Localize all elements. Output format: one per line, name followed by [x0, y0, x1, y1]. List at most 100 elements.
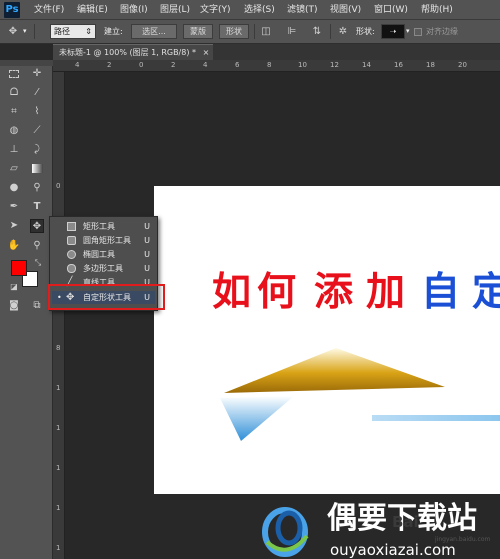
menu-file[interactable]: 文件(F): [34, 3, 64, 17]
ruler-label: 4: [203, 61, 208, 69]
flyout-item-shortcut: U: [144, 264, 150, 273]
gear-icon[interactable]: ✲: [336, 25, 350, 39]
flyout-item-label: 椭圆工具: [83, 250, 115, 259]
preset-chevron-icon[interactable]: ▾: [23, 24, 27, 39]
custom-shape-preset-icon[interactable]: ✥: [6, 25, 20, 39]
menu-layer[interactable]: 图层(L): [160, 3, 190, 17]
crop-tool-icon[interactable]: ⌗: [7, 105, 21, 119]
shape-picker[interactable]: ➝: [381, 24, 405, 39]
make-shape-button[interactable]: 形状: [219, 24, 249, 39]
document-canvas[interactable]: 如 何 添 加 自 定: [154, 186, 500, 494]
flyout-item-ellipse-tool[interactable]: 椭圆工具 U: [52, 248, 155, 261]
divider: [34, 24, 35, 39]
move-tool-icon[interactable]: ✛: [30, 67, 44, 81]
ruler-label: 1: [56, 504, 61, 512]
menu-help[interactable]: 帮助(H): [421, 3, 453, 17]
watermark-url: ouyaoxiazai.com: [330, 541, 456, 559]
flyout-item-shortcut: U: [144, 236, 150, 245]
path-alignment-icon[interactable]: ⊫: [285, 25, 299, 39]
polygon-icon: [67, 264, 76, 273]
shape-label: 形状:: [356, 27, 375, 36]
zoom-tool-icon[interactable]: ⚲: [30, 239, 44, 253]
custom-shape-tool-icon[interactable]: ✥: [30, 219, 44, 233]
baidu-logo-text: Bai: [392, 513, 419, 531]
menu-type[interactable]: 文字(Y): [200, 3, 231, 17]
path-selection-tool-icon[interactable]: ➤: [7, 219, 21, 233]
arrow-shape-icon: ➝: [389, 27, 397, 36]
shape-chevron-icon[interactable]: ▾: [406, 24, 410, 39]
history-brush-tool-icon[interactable]: ⤸: [30, 143, 44, 157]
lasso-tool-icon[interactable]: ᗝ: [7, 86, 21, 100]
document-tab-title: 未标题-1 @ 100% (图层 1, RGB/8) *: [59, 48, 197, 57]
menu-image[interactable]: 图像(I): [120, 3, 148, 17]
foreground-color-swatch[interactable]: [11, 260, 27, 276]
ruler-label: 1: [56, 424, 61, 432]
menu-window[interactable]: 窗口(W): [374, 3, 408, 17]
menu-filter[interactable]: 滤镜(T): [287, 3, 318, 17]
watermark: 偶要下载站 Bai jingyan.baidu.com ouyaoxiazai.…: [257, 500, 500, 559]
path-arrangement-icon[interactable]: ⇅: [310, 25, 324, 39]
watermark-logo-icon: [262, 507, 309, 557]
flyout-item-rectangle-tool[interactable]: 矩形工具 U: [52, 220, 155, 233]
ruler-label: 1: [56, 464, 61, 472]
healing-brush-tool-icon[interactable]: ◍: [7, 124, 21, 138]
default-colors-icon[interactable]: ◪: [7, 280, 21, 294]
close-icon[interactable]: ×: [203, 48, 210, 57]
marquee-tool-icon[interactable]: [7, 67, 21, 81]
dodge-tool-icon[interactable]: ⚲: [30, 181, 44, 195]
ruler-label: 4: [75, 61, 80, 69]
make-mask-button[interactable]: 蒙版: [183, 24, 213, 39]
ruler-label: 1: [56, 384, 61, 392]
flyout-item-label: 圆角矩形工具: [83, 236, 131, 245]
ruler-label: 0: [56, 182, 61, 190]
path-operations-icon[interactable]: ◫: [259, 25, 273, 39]
ruler-label: 0: [139, 61, 144, 69]
ruler-label: 8: [56, 344, 61, 352]
options-bar: ✥ ▾ 路径 ⇕ 建立: 选区... 蒙版 形状 ◫ ⊫ ⇅ ✲ 形状: ➝ ▾ …: [0, 20, 500, 44]
eyedropper-tool-icon[interactable]: ⌇: [30, 105, 44, 119]
gradient-tool-icon[interactable]: [30, 162, 44, 176]
rounded-rectangle-icon: [67, 236, 76, 245]
ellipse-icon: [67, 250, 76, 259]
build-label: 建立:: [104, 27, 123, 36]
type-tool-icon[interactable]: T: [30, 200, 44, 214]
flyout-item-rounded-rectangle-tool[interactable]: 圆角矩形工具 U: [52, 234, 155, 247]
flyout-item-shortcut: U: [144, 250, 150, 259]
document-tab[interactable]: 未标题-1 @ 100% (图层 1, RGB/8) * ×: [53, 44, 213, 60]
hand-tool-icon[interactable]: ✋: [7, 239, 21, 253]
magic-wand-tool-icon[interactable]: ⁄: [30, 86, 44, 100]
ruler-label: 10: [298, 61, 307, 69]
ruler-label: 8: [267, 61, 272, 69]
align-edges-checkbox[interactable]: [414, 28, 422, 36]
tool-mode-value: 路径: [54, 27, 70, 36]
ruler-horizontal: 4 2 0 2 4 6 8 10 12 14 16 18 20: [53, 60, 500, 72]
clone-stamp-tool-icon[interactable]: ⊥: [7, 143, 21, 157]
ruler-label: 12: [330, 61, 339, 69]
ruler-label: 20: [458, 61, 467, 69]
canvas-shapes: [220, 348, 500, 441]
chevron-down-icon: ⇕: [85, 27, 92, 36]
toolbox-grip[interactable]: [0, 60, 53, 66]
divider: [254, 24, 255, 39]
screen-mode-icon[interactable]: ⧉: [30, 299, 44, 313]
menu-select[interactable]: 选择(S): [244, 3, 275, 17]
tool-mode-select[interactable]: 路径 ⇕: [50, 24, 96, 39]
photoshop-logo: Ps: [4, 2, 20, 18]
swap-colors-icon[interactable]: ⤡: [31, 256, 45, 270]
flyout-item-label: 矩形工具: [83, 222, 115, 231]
menu-view[interactable]: 视图(V): [330, 3, 361, 17]
eraser-tool-icon[interactable]: ▱: [7, 162, 21, 176]
pen-tool-icon[interactable]: ✒: [7, 200, 21, 214]
brush-tool-icon[interactable]: ⟋: [30, 124, 44, 138]
flyout-item-polygon-tool[interactable]: 多边形工具 U: [52, 262, 155, 275]
ruler-vertical: 0 2 4 6 8 1 1 1 1 1: [53, 72, 65, 559]
ruler-label: 14: [362, 61, 371, 69]
quick-mask-icon[interactable]: ◙: [7, 299, 21, 313]
annotation-highlight-box: [48, 284, 165, 310]
rectangle-icon: [67, 222, 76, 231]
blur-tool-icon[interactable]: ●: [7, 181, 21, 195]
make-selection-button[interactable]: 选区...: [131, 24, 177, 39]
menu-edit[interactable]: 编辑(E): [77, 3, 108, 17]
ruler-label: 1: [56, 544, 61, 552]
ruler-label: 2: [171, 61, 176, 69]
